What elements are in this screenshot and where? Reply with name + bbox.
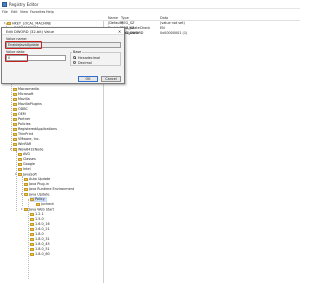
folder-icon [24, 193, 28, 196]
folder-icon [13, 122, 17, 126]
menu-help[interactable]: Help [46, 10, 54, 14]
folder-icon [30, 217, 34, 221]
folder-icon [30, 212, 34, 216]
folder-icon [13, 132, 17, 136]
folder-icon [24, 182, 28, 186]
ok-button[interactable]: OK [78, 76, 98, 82]
folder-icon [30, 237, 34, 241]
close-icon[interactable]: ✕ [117, 29, 122, 34]
folder-icon [18, 157, 22, 161]
folder-icon [7, 22, 11, 25]
folder-icon [18, 173, 22, 176]
decimal-label: Decimal [78, 60, 92, 65]
folder-icon [18, 167, 22, 171]
hexadecimal-label: Hexadecimal [78, 55, 101, 60]
hexadecimal-radio[interactable] [73, 56, 76, 59]
base-label: Base [72, 50, 83, 54]
folder-icon [30, 252, 34, 256]
folder-icon [30, 227, 34, 231]
menu-file[interactable]: File [2, 10, 8, 14]
folder-icon [30, 197, 34, 201]
cancel-button[interactable]: Cancel [101, 76, 121, 82]
decimal-radio[interactable] [73, 61, 76, 64]
folder-icon [13, 97, 17, 101]
folder-icon [13, 112, 17, 116]
folder-icon [30, 232, 34, 236]
dialog-title-bar[interactable]: Edit DWORD (32-bit) Value ✕ [2, 28, 124, 35]
folder-icon [18, 152, 22, 156]
folder-icon [13, 92, 17, 96]
dialog-title: Edit DWORD (32-bit) Value [6, 29, 55, 34]
tree-guide [22, 176, 23, 206]
folder-icon [18, 162, 22, 166]
menu-view[interactable]: View [20, 10, 28, 14]
folder-icon [13, 127, 17, 131]
value-row-data: 0x00000001 (1) [160, 31, 188, 35]
col-data[interactable]: Data [160, 16, 168, 20]
folder-icon [24, 187, 28, 191]
folder-icon [13, 102, 17, 106]
tree-item[interactable]: 1.8.0_60 [30, 252, 50, 257]
tree-guide [16, 151, 17, 211]
folder-icon [13, 148, 17, 151]
folder-icon [30, 222, 34, 226]
col-type[interactable]: Type [121, 16, 129, 20]
menu-favorites[interactable]: Favorites [30, 10, 45, 14]
value-name-highlight [5, 41, 42, 49]
folder-icon [13, 137, 17, 141]
window-title: Registry Editor [9, 2, 39, 7]
folder-icon [13, 107, 17, 111]
col-name[interactable]: Name [108, 16, 118, 20]
folder-icon [30, 242, 34, 246]
folder-icon [30, 247, 34, 251]
folder-icon [13, 87, 17, 91]
registry-editor-window: Registry Editor File Edit View Favorites… [0, 0, 300, 283]
folder-icon [24, 208, 28, 211]
edit-dword-dialog: Edit DWORD (32-bit) Value ✕ Value name: … [1, 27, 125, 84]
menu-edit[interactable]: Edit [11, 10, 18, 14]
registry-app-icon [2, 2, 7, 7]
title-bar: Registry Editor [0, 0, 300, 9]
value-data-highlight [5, 54, 28, 62]
folder-icon [13, 117, 17, 121]
folder-icon [13, 142, 17, 146]
folder-icon [36, 202, 40, 206]
folder-icon [24, 177, 28, 181]
